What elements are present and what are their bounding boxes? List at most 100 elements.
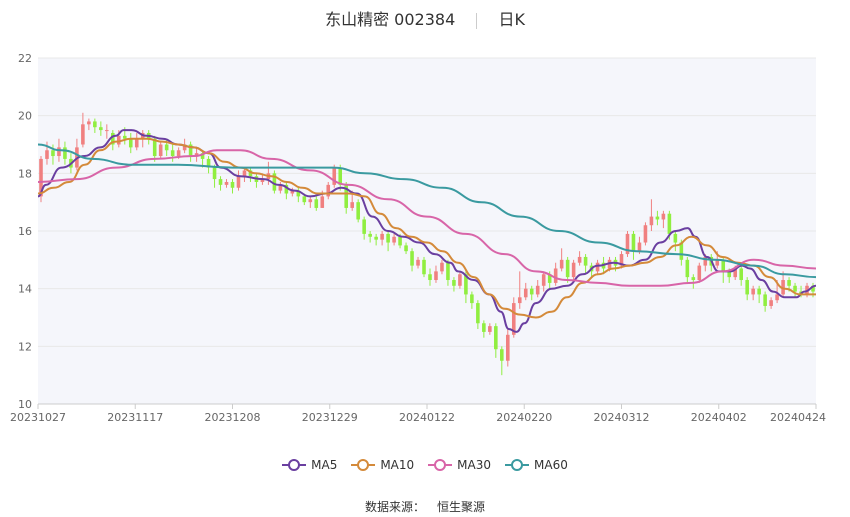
candle-body [494, 326, 498, 350]
candle-body [541, 274, 546, 286]
candle-body [691, 277, 696, 281]
candle-body [649, 216, 654, 226]
legend-label: MA10 [380, 458, 415, 472]
candle-body [122, 135, 127, 139]
x-axis-ticks: 20231027 20231117 20231208 20231229 20240122… [10, 404, 826, 424]
y-tick-label: 20 [18, 110, 32, 123]
candle-body [559, 259, 564, 269]
candle-body [170, 150, 175, 157]
legend-marker-icon [282, 459, 307, 471]
candle-body [164, 144, 169, 151]
candle-body [326, 184, 331, 197]
candle-body [488, 326, 492, 332]
candle-body [739, 268, 743, 281]
candle-body [529, 288, 534, 295]
candle-body [51, 150, 55, 157]
candle-body [386, 233, 390, 243]
candle-body [452, 280, 456, 286]
candle-body [500, 349, 504, 361]
candle-body [446, 262, 450, 281]
candle-body [392, 236, 396, 243]
candle-body [482, 323, 486, 332]
candle-body [583, 256, 588, 266]
candle-body [302, 196, 307, 203]
candle-body [577, 256, 582, 263]
candle-body [356, 202, 360, 220]
candle-body [230, 181, 235, 188]
candle-body [134, 138, 139, 148]
y-tick-label: 12 [18, 340, 32, 353]
candle-body [655, 216, 660, 220]
candle-body [368, 233, 372, 237]
candle-body [517, 297, 522, 304]
candle-body [87, 121, 91, 125]
candle [571, 259, 576, 281]
candle-body [745, 280, 749, 295]
candle-body [775, 294, 779, 301]
candle-body [428, 274, 432, 281]
candle-body [314, 199, 319, 208]
y-tick-label: 16 [18, 225, 32, 238]
candle-body [595, 262, 600, 272]
candle-body [565, 259, 570, 278]
x-tick-label: 20231208 [205, 411, 261, 424]
candle-body [476, 303, 480, 324]
candle-body [410, 251, 414, 266]
legend-label: MA60 [534, 458, 568, 472]
y-tick-label: 18 [18, 167, 32, 180]
x-tick-label: 20231229 [302, 411, 358, 424]
candle-body [571, 262, 576, 278]
x-tick-label: 20231117 [107, 411, 163, 424]
candle-body [673, 233, 678, 243]
x-tick-label: 20231027 [10, 411, 66, 424]
legend-marker-icon [505, 459, 530, 471]
candle-body [158, 144, 163, 157]
candle-body [535, 285, 540, 295]
candle-body [763, 294, 767, 306]
x-tick-label: 20240424 [770, 411, 826, 424]
legend-item-ma60[interactable]: MA60 [505, 458, 568, 472]
candle-body [362, 219, 366, 234]
candle-body [643, 225, 648, 243]
candle-body [218, 179, 223, 185]
candle-body [374, 236, 378, 240]
candle-body [505, 334, 510, 361]
candle-body [398, 236, 402, 246]
candle-body [212, 167, 217, 180]
candle-body [93, 121, 97, 128]
candle-body [637, 242, 642, 252]
candle-body [667, 213, 672, 234]
candle-body [45, 150, 49, 159]
candle-body [416, 259, 420, 266]
candlestick-chart: 10121416182022 20231027 20231117 20231208 2… [10, 52, 826, 424]
candle-body [751, 288, 755, 295]
candle [697, 262, 702, 283]
legend-label: MA5 [311, 458, 338, 472]
candle-body [105, 130, 109, 132]
candle [625, 231, 630, 257]
legend-marker-icon [428, 459, 453, 471]
candle-body [553, 268, 558, 283]
candle-body [458, 274, 462, 286]
candle-body [422, 259, 426, 275]
candle-body [350, 202, 354, 208]
candle-body [320, 196, 325, 208]
candle-body [440, 262, 444, 272]
legend: MA5 MA10 MA30 MA60 [0, 458, 850, 475]
candle-body [434, 271, 438, 281]
candle-body [757, 288, 761, 295]
candle-body [404, 245, 408, 252]
candle-body [224, 181, 229, 185]
candle [643, 222, 648, 246]
source-value: 恒生聚源 [437, 500, 486, 514]
candle-body [236, 176, 241, 188]
legend-item-ma5[interactable]: MA5 [282, 458, 337, 472]
candle [356, 199, 360, 223]
candle-body [308, 199, 313, 203]
x-tick-label: 20240312 [594, 411, 650, 424]
candle-body [99, 127, 103, 131]
candle-body [685, 259, 690, 278]
legend-item-ma10[interactable]: MA10 [351, 458, 414, 472]
legend-item-ma30[interactable]: MA30 [428, 458, 491, 472]
candle [422, 256, 426, 278]
